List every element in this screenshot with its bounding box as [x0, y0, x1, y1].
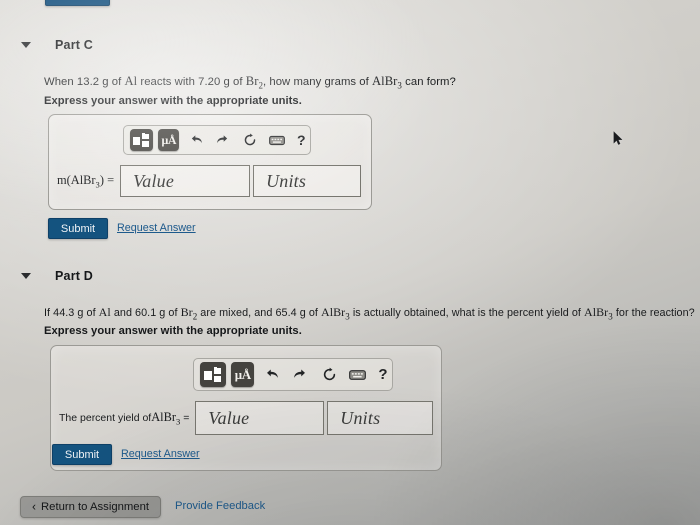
keyboard-icon[interactable] [347, 362, 368, 387]
part-c-units-input[interactable]: Units [253, 165, 362, 197]
value-placeholder: Value [133, 170, 175, 191]
part-c-instruction: Express your answer with the appropriate… [44, 95, 302, 107]
triangle-down-icon[interactable] [21, 273, 31, 279]
triangle-down-icon[interactable] [21, 42, 31, 48]
value-placeholder: Value [208, 407, 250, 428]
part-d-instruction: Express your answer with the appropriate… [44, 325, 302, 337]
micro-angstrom-icon[interactable]: μÅ [158, 129, 180, 151]
part-c-header[interactable]: Part C [18, 38, 93, 52]
micro-angstrom-icon[interactable]: μÅ [231, 362, 255, 387]
redo-arrow-icon[interactable] [213, 129, 232, 151]
redo-arrow-icon[interactable] [290, 362, 311, 387]
part-d-value-input[interactable]: Value [195, 401, 325, 435]
part-c-submit-button[interactable]: Submit [48, 218, 108, 239]
part-d-header[interactable]: Part D [18, 269, 93, 283]
undo-arrow-icon[interactable] [186, 129, 205, 151]
part-d-question: If 44.3 g of Al and 60.1 g of Br2 are mi… [44, 305, 695, 322]
return-to-assignment-label: Return to Assignment [41, 501, 150, 513]
part-d-request-answer-link[interactable]: Request Answer [121, 448, 200, 460]
part-d-toolbar: μÅ ? [193, 358, 393, 391]
part-d-submit-button[interactable]: Submit [52, 444, 112, 465]
chevron-left-icon: ‹ [32, 499, 36, 514]
screen-photo: Part C When 13.2 g of Al reacts with 7.2… [0, 0, 700, 525]
part-c-answer-panel: μÅ ? m(AlBr3) = Value Units [48, 114, 372, 210]
mouse-pointer [613, 131, 623, 145]
help-icon[interactable]: ? [374, 362, 392, 387]
template-icon[interactable] [200, 362, 227, 387]
reset-circular-arrow-icon[interactable] [319, 362, 340, 387]
units-placeholder: Units [340, 407, 381, 428]
micro-angstrom-label: μÅ [161, 133, 177, 147]
part-c-question: When 13.2 g of Al reacts with 7.20 g of … [44, 74, 456, 91]
help-icon[interactable]: ? [293, 129, 310, 151]
keyboard-icon[interactable] [268, 129, 287, 151]
cut-off-blue-button[interactable] [45, 0, 110, 6]
return-to-assignment-button[interactable]: ‹ Return to Assignment [20, 496, 162, 518]
part-c-field-row: m(AlBr3) = Value Units [57, 165, 363, 197]
part-c-toolbar: μÅ ? [123, 125, 311, 155]
part-c-answer-label: m(AlBr3) = [57, 172, 115, 190]
micro-angstrom-label: μÅ [234, 367, 251, 382]
part-c-title: Part C [55, 38, 94, 52]
reset-circular-arrow-icon[interactable] [240, 129, 259, 151]
part-c-request-answer-link[interactable]: Request Answer [117, 222, 196, 234]
part-d-answer-label: The percent yield of AlBr3 = [59, 409, 190, 427]
provide-feedback-link[interactable]: Provide Feedback [175, 500, 265, 512]
part-d-units-input[interactable]: Units [327, 401, 433, 435]
undo-arrow-icon[interactable] [261, 362, 282, 387]
part-d-title: Part D [55, 269, 94, 283]
part-d-label-prefix: The percent yield of [59, 412, 152, 424]
part-d-field-row: The percent yield of AlBr3 = Value Units [59, 401, 433, 435]
part-c-value-input[interactable]: Value [120, 165, 251, 197]
template-icon[interactable] [130, 129, 154, 151]
units-placeholder: Units [266, 170, 307, 191]
